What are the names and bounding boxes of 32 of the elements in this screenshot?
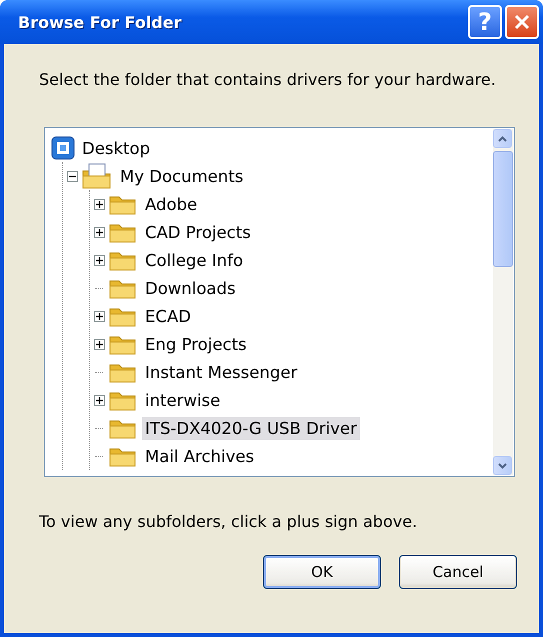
dialog-button[interactable]: Cancel [399, 555, 517, 589]
tree-item[interactable]: ITS-DX4020-G USB Driver [142, 416, 360, 440]
desktop-icon [51, 136, 75, 160]
window-title: Browse For Folder [18, 12, 182, 32]
tree-item[interactable]: Adobe [142, 192, 200, 216]
tree-item[interactable]: My Documents [117, 164, 246, 188]
scrollbar[interactable] [493, 129, 513, 475]
tree-item[interactable]: Downloads [142, 276, 239, 300]
expand-icon[interactable] [94, 394, 104, 406]
close-icon [513, 13, 531, 31]
tree-item[interactable]: interwise [142, 388, 224, 412]
expand-icon[interactable] [94, 198, 104, 210]
expand-icon[interactable] [94, 338, 104, 350]
close-button[interactable] [505, 5, 539, 39]
collapse-icon[interactable] [66, 170, 78, 182]
tree-item[interactable]: CAD Projects [142, 220, 254, 244]
tree-item[interactable]: College Info [142, 248, 246, 272]
documents-folder-icon [81, 162, 113, 190]
expand-icon[interactable] [94, 254, 104, 266]
scroll-thumb[interactable] [493, 151, 513, 267]
scroll-up-icon[interactable] [493, 129, 512, 148]
dialog-button[interactable]: OK [263, 555, 381, 589]
instruction-text: Select the folder that contains drivers for your hardware. [39, 70, 497, 89]
tree-item[interactable]: Instant Messenger [142, 360, 300, 384]
tree-item[interactable]: Desktop [79, 136, 154, 160]
expand-icon[interactable] [94, 226, 104, 238]
hint-text: To view any subfolders, click a plus sign above. [39, 512, 418, 531]
scroll-down-icon[interactable] [493, 456, 512, 475]
tree-item[interactable]: ECAD [142, 304, 194, 328]
expand-icon[interactable] [94, 310, 104, 322]
tree-item[interactable]: Mail Archives [142, 444, 258, 468]
tree-item[interactable]: Eng Projects [142, 332, 250, 356]
